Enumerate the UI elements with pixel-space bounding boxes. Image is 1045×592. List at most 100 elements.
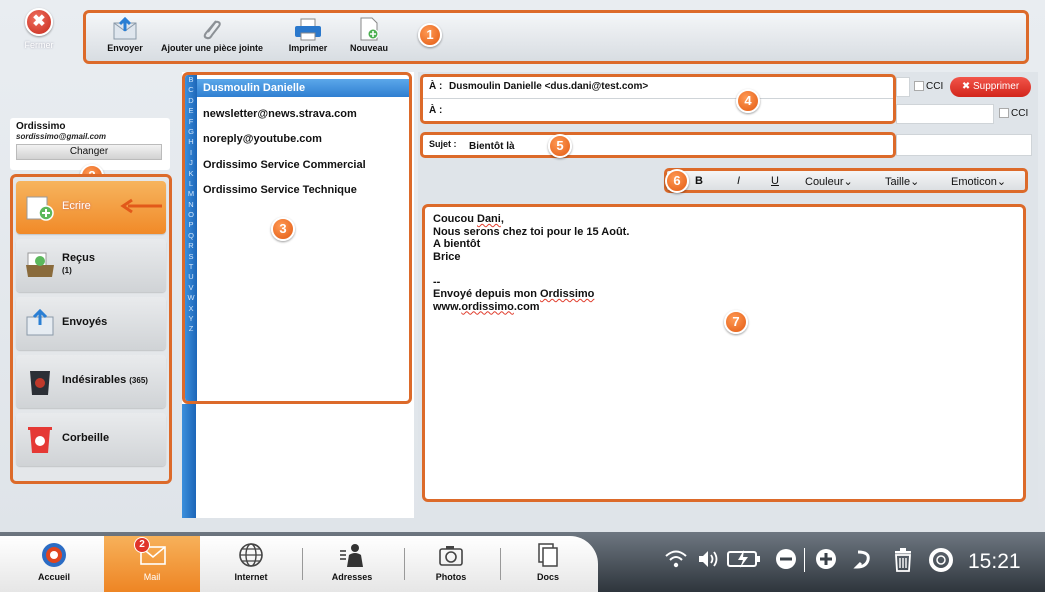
alphabet-letter[interactable]: L [185,179,197,189]
size-dropdown[interactable]: Taille⌄ [885,175,919,188]
task-mail[interactable]: Mail [104,536,200,592]
contact-item[interactable]: Ordissimo Service Commercial [197,156,409,174]
subject-label: Sujet : [429,139,457,149]
zoom-out-icon[interactable] [774,548,798,570]
alphabet-letter[interactable]: V [185,283,197,293]
alphabet-letter[interactable]: O [185,210,197,220]
contact-item[interactable]: noreply@youtube.com [197,130,409,148]
folder-item-spam[interactable]: Indésirables (365) [16,355,166,408]
recipients-box: À : Dusmoulin Danielle <dus.dani@test.co… [420,74,896,124]
folder-list: Ecrire Reçus (1) Envoyés Indésirables (36… [10,174,172,484]
alphabet-letter[interactable]: T [185,262,197,272]
task-docs[interactable]: Docs [510,536,586,592]
attach-file-label: Ajouter une pièce jointe [160,43,263,53]
alphabet-letter[interactable]: F [185,117,197,127]
color-dropdown[interactable]: Couleur⌄ [805,175,853,188]
task-home[interactable]: Accueil [14,536,94,592]
subject-field-extension[interactable] [896,134,1032,156]
folder-item-inbox[interactable]: Reçus (1) [16,239,166,292]
alphabet-strip-extension [182,404,196,518]
alphabet-letter[interactable]: X [185,304,197,314]
alphabet-letter[interactable]: J [185,158,197,168]
close-icon: ✖ [961,81,971,92]
alphabet-letter[interactable]: G [185,127,197,137]
task-internet[interactable]: Internet [214,536,288,592]
zoom-in-icon[interactable] [814,548,838,570]
alphabet-letter[interactable]: R [185,241,197,251]
to-field[interactable]: Dusmoulin Danielle <dus.dani@test.com> [449,81,648,92]
signature-separator: -- [433,275,441,288]
alphabet-letter[interactable]: C [185,85,197,95]
task-photos[interactable]: Photos [414,536,488,592]
task-contacts[interactable]: Adresses [312,536,392,592]
italic-button[interactable]: I [737,175,740,187]
callout-badge-4: 4 [736,89,760,113]
task-label: Docs [536,572,559,582]
close-button[interactable]: ✖ Fermer [14,8,64,64]
to-field-extension[interactable] [896,77,910,97]
signature-line: www.ordissimo.com [433,300,540,313]
undo-icon[interactable] [852,548,874,570]
task-label: Photos [435,572,467,582]
wifi-icon[interactable] [664,548,688,570]
bold-button[interactable]: B [695,175,703,187]
underline-button[interactable]: U [771,175,779,187]
battery-icon[interactable] [726,548,762,570]
folder-item-sent[interactable]: Envoyés [16,297,166,350]
alphabet-letter[interactable]: K [185,169,197,179]
alphabet-letter[interactable]: S [185,252,197,262]
contact-item[interactable]: newsletter@news.strava.com [197,105,409,123]
emoticon-dropdown[interactable]: Emoticon⌄ [951,175,1006,188]
arrow-left-icon [120,198,162,214]
cci-checkbox-2[interactable]: CCI [999,108,1028,119]
divider [423,98,893,99]
alphabet-letter[interactable]: M [185,189,197,199]
checkbox-icon [914,81,924,92]
trash-icon [28,427,52,453]
paperclip-icon [203,20,221,40]
format-toolbar: B I U Couleur⌄ Taille⌄ Emoticon⌄ [664,168,1028,193]
alphabet-letter[interactable]: W [185,293,197,303]
alphabet-letter[interactable]: U [185,272,197,282]
alphabet-letter[interactable]: I [185,148,197,158]
mail-app: ✖ Fermer Envoyer Ajouter une pièce joint… [0,0,1045,532]
trash-icon[interactable] [892,548,914,572]
change-account-button[interactable]: Changer [16,144,162,160]
alphabet-letter[interactable]: N [185,200,197,210]
cci-label: CCI [926,81,944,92]
new-message-button[interactable]: Nouveau [342,17,396,61]
print-button[interactable]: Imprimer [282,17,334,61]
contact-item[interactable]: Ordissimo Service Technique [197,181,409,199]
alphabet-letter[interactable]: D [185,96,197,106]
alphabet-letter[interactable]: B [185,75,197,85]
close-icon: ✖ [25,8,53,36]
body-line: A bientôt [433,238,481,250]
contact-list: BCDEFGHIJKLMNOPQRSTUVWXYZ Dusmoulin Dani… [182,72,412,404]
send-button[interactable]: Envoyer [100,17,150,61]
alphabet-letter[interactable]: Q [185,231,197,241]
attach-file-button[interactable]: Ajouter une pièce jointe [152,17,272,61]
alphabet-letter[interactable]: Y [185,314,197,324]
alphabet-letter[interactable]: Z [185,324,197,334]
delete-label: Supprimer [973,81,1020,92]
subject-field[interactable]: Bientôt là [469,141,515,152]
contact-item[interactable]: Dusmoulin Danielle [197,79,409,97]
folder-item-write[interactable]: Ecrire [16,181,166,234]
folder-item-trash[interactable]: Corbeille [16,413,166,466]
body-line: Nous serons chez toi pour le 15 Août. [433,225,630,238]
cc-field[interactable] [896,104,994,124]
cci-checkbox-1[interactable]: CCI [914,81,943,92]
volume-icon[interactable] [696,548,720,570]
alphabet-index[interactable]: BCDEFGHIJKLMNOPQRSTUVWXYZ [185,75,197,401]
taskbar-apps: Accueil Mail 2 Internet Adresses Photos … [0,536,598,592]
delete-button[interactable]: ✖ Supprimer [950,77,1031,97]
alphabet-letter[interactable]: P [185,220,197,230]
clock: 15:21 [968,550,1021,573]
alphabet-letter[interactable]: H [185,137,197,147]
contacts-icon [340,544,363,567]
account-name: Ordissimo [16,121,66,132]
inbox-tray-icon [26,252,54,277]
help-icon[interactable] [928,548,954,572]
alphabet-letter[interactable]: E [185,106,197,116]
message-body-editor[interactable]: Coucou Dani, Nous serons chez toi pour l… [422,204,1026,502]
